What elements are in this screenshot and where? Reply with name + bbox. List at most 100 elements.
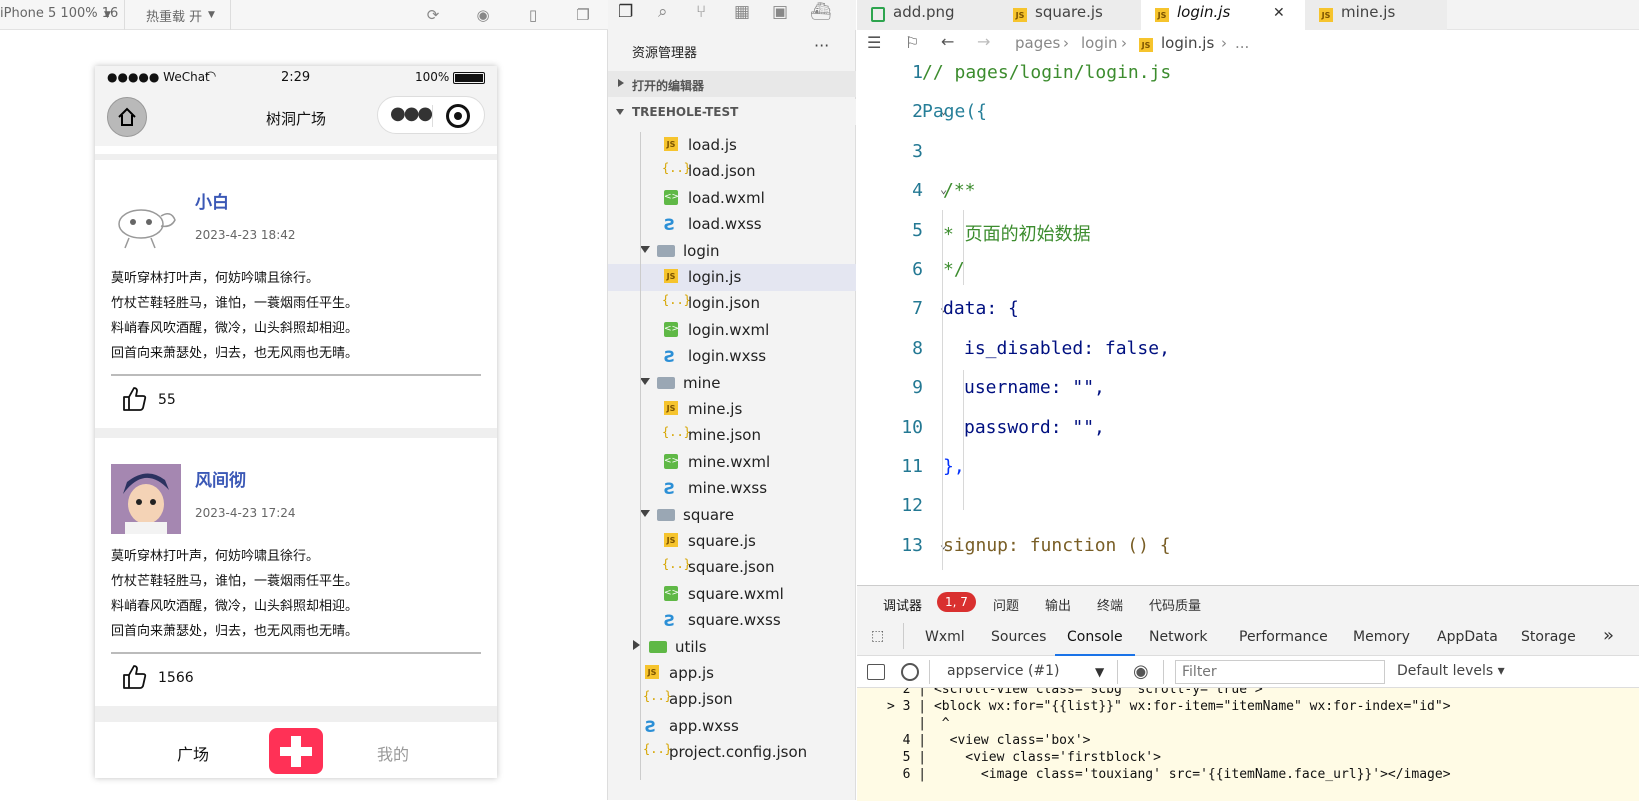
close-icon[interactable]: ✕ — [1273, 5, 1285, 21]
tree-file[interactable]: Ƨsquare.wxss — [608, 607, 856, 634]
tree-label: login — [683, 241, 720, 260]
close-mini-program-icon[interactable] — [446, 104, 470, 128]
tree-file[interactable]: <> square.wxml — [608, 581, 856, 608]
refresh-icon[interactable]: ⟳ — [424, 6, 442, 24]
tree-file[interactable]: {..} project.config.json — [608, 739, 856, 766]
console-output: 2 | <scroll-view class='scbg' scroll-y='… — [857, 688, 1639, 801]
tab-terminal[interactable]: 终端 — [1097, 595, 1123, 614]
sidebar-toggle-icon[interactable] — [867, 664, 885, 680]
thumbs-up-icon[interactable] — [121, 386, 147, 412]
context-selector[interactable]: appservice (#1) — [947, 663, 1060, 679]
clear-console-icon[interactable] — [901, 663, 919, 681]
tab-console[interactable]: Console — [1055, 618, 1135, 656]
breadcrumb-item[interactable]: login — [1081, 34, 1118, 52]
avatar[interactable] — [111, 186, 181, 256]
bookmark-icon[interactable]: ⚐ — [905, 33, 919, 52]
tree-file[interactable]: JS square.js — [608, 528, 856, 555]
eye-icon[interactable]: ◉ — [1133, 661, 1149, 682]
tree-file[interactable]: JS mine.js — [608, 396, 856, 423]
tree-file[interactable]: Ƨmine.wxss — [608, 475, 856, 502]
files-icon[interactable]: ❐ — [618, 2, 633, 22]
avatar[interactable] — [111, 464, 181, 534]
back-icon[interactable]: ← — [941, 32, 954, 51]
save-icon[interactable]: ▣ — [772, 2, 788, 22]
stop-icon[interactable]: ◉ — [474, 6, 492, 24]
log-levels-selector[interactable]: Default levels ▾ — [1397, 663, 1505, 679]
tab-mine[interactable]: 我的 — [377, 741, 409, 765]
tree-file[interactable]: JS load.js — [608, 132, 856, 159]
breadcrumb-item[interactable]: pages — [1015, 34, 1060, 52]
user-name[interactable]: 小白 — [195, 188, 229, 213]
tree-file[interactable]: {..} app.json — [608, 686, 856, 713]
tab-square[interactable]: 广场 — [177, 741, 209, 765]
user-name[interactable]: 风间彻 — [195, 466, 246, 491]
tab-network[interactable]: Network — [1149, 629, 1207, 645]
tree-file[interactable]: <> login.wxml — [608, 317, 856, 344]
tab-wxml[interactable]: Wxml — [925, 629, 965, 645]
more-icon[interactable]: ●●● — [390, 103, 433, 124]
docker-icon[interactable]: ⛴ — [810, 2, 832, 22]
inspect-icon[interactable]: ⬚ — [871, 628, 884, 644]
phone-icon[interactable]: ▯ — [524, 6, 542, 24]
tab-add-png[interactable]: add.png — [857, 0, 999, 30]
tree-file[interactable]: JS login.js — [608, 264, 856, 291]
line-number: 8 — [912, 337, 923, 359]
filter-input[interactable] — [1175, 660, 1385, 684]
window-icon[interactable]: ❐ — [574, 6, 592, 24]
tree-folder-utils[interactable]: utils — [608, 634, 856, 661]
tab-square-js[interactable]: JS square.js — [999, 0, 1141, 30]
tree-file[interactable]: <> mine.wxml — [608, 449, 856, 476]
source-control-icon[interactable]: ⑂ — [696, 2, 706, 22]
tab-performance[interactable]: Performance — [1239, 629, 1328, 645]
devtools-panel: 调试器 1, 7 问题 输出 终端 代码质量 ⬚ Wxml Sources Co… — [857, 585, 1639, 801]
chevron-right-icon — [633, 639, 640, 650]
hot-reload-toggle[interactable]: 热重载 开 — [146, 6, 202, 25]
tree-folder-mine[interactable]: mine — [608, 370, 856, 397]
tab-code-quality[interactable]: 代码质量 — [1149, 595, 1201, 614]
divider — [903, 623, 904, 649]
wxml-file-icon: <> — [664, 585, 680, 601]
json-file-icon: {..} — [662, 293, 691, 308]
poem-line: 回首向来萧瑟处，归去，也无风雨也无晴。 — [111, 624, 359, 639]
home-button[interactable] — [107, 97, 147, 137]
tab-sources[interactable]: Sources — [991, 629, 1046, 645]
tab-output[interactable]: 输出 — [1045, 595, 1071, 614]
open-editors-section[interactable]: 打开的编辑器 — [608, 71, 856, 97]
tree-file[interactable]: {..} mine.json — [608, 422, 856, 449]
menu-capsule[interactable]: ●●● — [377, 96, 485, 134]
tab-login-js[interactable]: JS login.js ✕ — [1141, 0, 1305, 30]
tab-debugger[interactable]: 调试器 — [883, 595, 922, 614]
tree-file[interactable]: Ƨload.wxss — [608, 211, 856, 238]
tree-file[interactable]: JS app.js — [608, 660, 856, 687]
tab-problems[interactable]: 问题 — [993, 595, 1019, 614]
breadcrumb-item[interactable]: ... — [1235, 34, 1249, 52]
project-section[interactable]: TREEHOLE-TEST — [608, 99, 856, 125]
wxss-file-icon: Ƨ — [645, 716, 657, 736]
tree-file[interactable]: Ƨapp.wxss — [608, 713, 856, 740]
tree-file[interactable]: {..} login.json — [608, 290, 856, 317]
list-icon[interactable]: ☰ — [867, 33, 881, 52]
tree-folder-login[interactable]: login — [608, 238, 856, 265]
forward-icon[interactable]: → — [977, 32, 990, 51]
thumbs-up-icon[interactable] — [121, 664, 147, 690]
more-icon[interactable]: ··· — [814, 36, 829, 55]
signal-text: ●●●●● WeChat — [107, 70, 210, 84]
tree-file[interactable]: <> load.wxml — [608, 185, 856, 212]
extensions-icon[interactable]: ▦ — [734, 2, 750, 22]
tab-memory[interactable]: Memory — [1353, 629, 1410, 645]
tab-storage[interactable]: Storage — [1521, 629, 1576, 645]
code-editor[interactable]: 1// pages/login/login.js 2 ⌄ Page({3 4 ⌄/** 5 *… — [857, 60, 1639, 585]
add-post-button[interactable] — [269, 728, 323, 774]
breadcrumb-item[interactable]: login.js — [1161, 34, 1214, 52]
tree-folder-square[interactable]: square — [608, 502, 856, 529]
device-selector[interactable]: iPhone 5 100% 16 — [0, 6, 118, 21]
image-file-icon — [871, 7, 885, 22]
tab-mine-js[interactable]: JS mine.js — [1305, 0, 1447, 30]
tree-file[interactable]: {..} square.json — [608, 554, 856, 581]
divider — [1163, 660, 1164, 684]
search-icon[interactable]: ⌕ — [658, 2, 668, 22]
more-tabs-icon[interactable]: » — [1603, 625, 1614, 646]
tab-appdata[interactable]: AppData — [1437, 629, 1498, 645]
tree-file[interactable]: {..} load.json — [608, 158, 856, 185]
tree-file[interactable]: Ƨlogin.wxss — [608, 343, 856, 370]
